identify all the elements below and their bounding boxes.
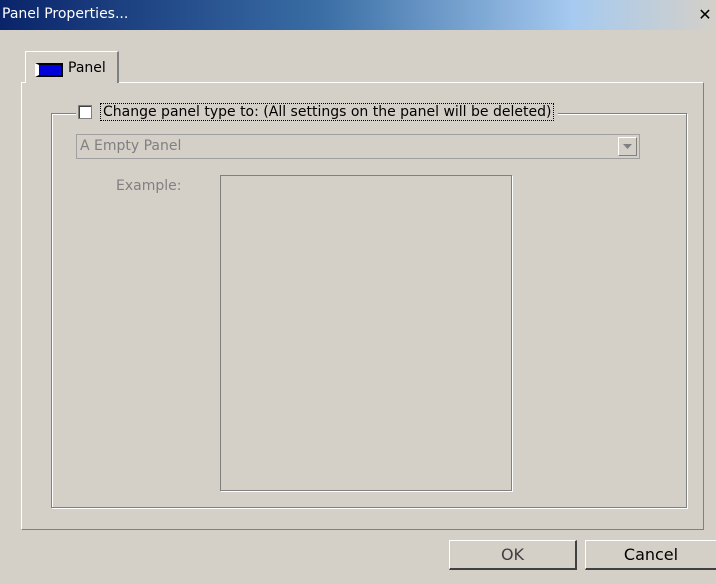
panel-properties-dialog: Panel Properties... ✕ Panel Change panel… — [0, 0, 716, 584]
change-type-checkbox[interactable] — [78, 105, 92, 119]
window-title: Panel Properties... — [2, 6, 129, 22]
chevron-down-icon — [623, 144, 632, 149]
panel-icon — [35, 63, 63, 77]
example-label: Example: — [116, 178, 182, 194]
close-icon: ✕ — [698, 5, 712, 24]
group-caption: Change panel type to: (All settings on t… — [76, 102, 559, 122]
example-preview — [220, 175, 512, 491]
change-type-label[interactable]: Change panel type to: (All settings on t… — [100, 103, 555, 121]
panel-type-select[interactable]: A Empty Panel — [76, 134, 640, 159]
ok-button[interactable]: OK — [449, 540, 577, 570]
cancel-button[interactable]: Cancel — [585, 540, 716, 570]
close-button[interactable]: ✕ — [697, 6, 713, 24]
panel-type-value: A Empty Panel — [80, 138, 182, 154]
title-bar[interactable]: Panel Properties... ✕ — [0, 0, 716, 30]
dropdown-button[interactable] — [618, 137, 637, 156]
tab-panel[interactable]: Panel — [25, 51, 119, 83]
tab-label: Panel — [68, 60, 106, 76]
